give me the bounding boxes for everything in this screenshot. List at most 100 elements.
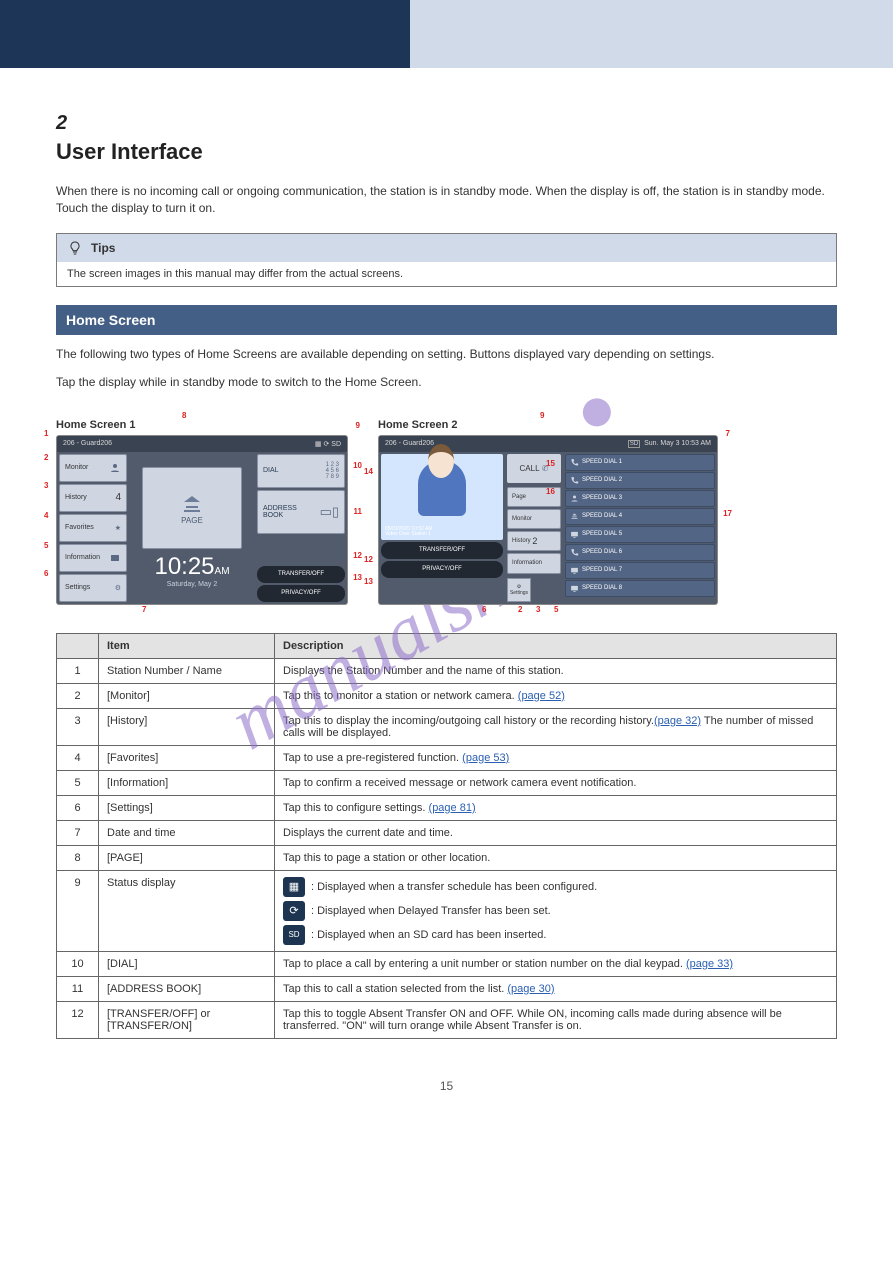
page-link[interactable]: (page 53) <box>462 752 509 764</box>
marker-9: 9 <box>356 421 360 430</box>
table-row: 7Date and timeDisplays the current date … <box>57 820 837 845</box>
shot2-information-btn[interactable]: Information <box>507 553 561 573</box>
star-icon: ★ <box>115 524 121 532</box>
lead-paragraph: When there is no incoming call or ongoin… <box>56 183 837 217</box>
speaker-icon <box>570 512 579 521</box>
speed-dial-7[interactable]: SPEED DIAL 7 <box>565 562 715 579</box>
shot1-label: Home Screen 1 <box>56 419 348 431</box>
speed-dial-4[interactable]: SPEED DIAL 4 <box>565 508 715 525</box>
monitor-icon <box>570 566 579 575</box>
marker-6b: 6 <box>482 605 486 614</box>
speed-dial-2[interactable]: SPEED DIAL 2 <box>565 472 715 489</box>
shot2-transfer-btn[interactable]: TRANSFER/OFF <box>381 542 503 559</box>
marker-13b: 13 <box>364 577 373 586</box>
camera-label: 05/03/2020 10:52 AMVideo Door Station 1 <box>385 527 433 538</box>
marker-3b: 3 <box>536 605 540 614</box>
top-color-band <box>0 0 893 68</box>
shot1-body: Monitor History4 Favorites★ Information … <box>57 452 347 604</box>
shot1-settings-btn[interactable]: Settings⚙ <box>59 574 127 602</box>
phone-icon <box>570 476 579 485</box>
shot1-header: 206 - Guard206 ▦ ⟳ SD <box>57 436 347 452</box>
page-title: User Interface <box>56 139 837 165</box>
th-item: Item <box>99 633 275 658</box>
shot2-history-btn[interactable]: History 2 <box>507 531 561 551</box>
shot1-page-btn[interactable]: PAGE <box>142 467 242 549</box>
page-link[interactable]: (page 33) <box>686 958 733 970</box>
section-bar: Home Screen <box>56 305 837 335</box>
table-row: 6[Settings]Tap this to configure setting… <box>57 795 837 820</box>
shot2-label: Home Screen 2 <box>378 419 718 431</box>
shot1-clock: 10:25AM <box>154 553 229 581</box>
shot1-history-btn[interactable]: History4 <box>59 484 127 512</box>
shot1-transfer-btn[interactable]: TRANSFER/OFF <box>257 566 345 583</box>
marker-5: 5 <box>44 541 48 550</box>
table-row: 12[TRANSFER/OFF] or [TRANSFER/ON]Tap thi… <box>57 1001 837 1038</box>
tips-box: Tips The screen images in this manual ma… <box>56 233 837 287</box>
monitor-icon <box>570 584 579 593</box>
keypad-icon: 1 2 34 5 67 8 9 <box>326 462 339 480</box>
shot1-information-btn[interactable]: Information <box>59 544 127 572</box>
person-icon <box>570 494 579 503</box>
phone-icon <box>570 458 579 467</box>
marker-12b: 12 <box>364 555 373 564</box>
marker-11: 11 <box>354 507 362 516</box>
speed-dial-3[interactable]: SPEED DIAL 3 <box>565 490 715 507</box>
shot2-rightcol: SPEED DIAL 1 SPEED DIAL 2 SPEED DIAL 3 S… <box>563 452 717 604</box>
table-row: 11[ADDRESS BOOK]Tap this to call a stati… <box>57 976 837 1001</box>
shot2-settings-btn[interactable]: ⚙Settings <box>507 578 531 602</box>
marker-17: 17 <box>723 509 732 518</box>
shot1-monitor-btn[interactable]: Monitor <box>59 454 127 482</box>
shot2-body: 05/03/2020 10:52 AMVideo Door Station 1 … <box>379 452 717 604</box>
sd-icon: SD <box>628 440 640 448</box>
page-link[interactable]: (page 30) <box>507 983 554 995</box>
marker-14: 14 <box>364 467 373 476</box>
table-row: 5[Information]Tap to confirm a received … <box>57 770 837 795</box>
page-link[interactable]: (page 32) <box>654 715 701 727</box>
speed-dial-8[interactable]: SPEED DIAL 8 <box>565 580 715 597</box>
shot1-addressbook-btn[interactable]: ADDRESS BOOK▭▯ <box>257 490 345 534</box>
marker-13: 13 <box>353 573 362 582</box>
marker-10: 10 <box>353 461 362 470</box>
marker-9b: 9 <box>540 411 544 420</box>
shot1-header-icons: ▦ ⟳ SD <box>315 440 341 448</box>
section-sub1: The following two types of Home Screens … <box>56 345 837 363</box>
shot2-camera: 05/03/2020 10:52 AMVideo Door Station 1 <box>381 454 503 540</box>
person-icon <box>109 462 121 474</box>
shot2-privacy-btn[interactable]: PRIVACY/OFF <box>381 561 503 578</box>
shot1-rightcol: DIAL1 2 34 5 67 8 9 ADDRESS BOOK▭▯ TRANS… <box>255 452 347 604</box>
shot1-privacy-btn[interactable]: PRIVACY/OFF <box>257 585 345 602</box>
shot1-box: 206 - Guard206 ▦ ⟳ SD Monitor History4 F… <box>56 435 348 605</box>
marker-6: 6 <box>44 569 48 578</box>
table-row: 10[DIAL]Tap to place a call by entering … <box>57 951 837 976</box>
phone-icon <box>570 548 579 557</box>
marker-3: 3 <box>44 481 48 490</box>
shot2-left-bottom: TRANSFER/OFF PRIVACY/OFF <box>381 542 503 578</box>
th-blank <box>57 633 99 658</box>
shot1-dial-btn[interactable]: DIAL1 2 34 5 67 8 9 <box>257 454 345 488</box>
marker-2b: 2 <box>518 605 522 614</box>
page-link[interactable]: (page 52) <box>518 690 565 702</box>
status-cell: ▦: Displayed when a transfer schedule ha… <box>275 870 837 951</box>
tips-head: Tips <box>57 234 836 262</box>
section-header: 2 <box>56 112 837 135</box>
tips-body: The screen images in this manual may dif… <box>57 262 836 286</box>
shot1-leftcol: Monitor History4 Favorites★ Information … <box>57 452 129 604</box>
screenshot-2: Home Screen 2 206 - Guard206 SD Sun. May… <box>378 419 718 605</box>
speed-dial-5[interactable]: SPEED DIAL 5 <box>565 526 715 543</box>
shot1-favorites-btn[interactable]: Favorites★ <box>59 514 127 542</box>
screenshot-1: Home Screen 1 206 - Guard206 ▦ ⟳ SD Moni… <box>56 419 348 605</box>
th-desc: Description <box>275 633 837 658</box>
marker-1: 1 <box>44 429 48 438</box>
gear-icon: ⚙ <box>115 584 121 592</box>
page-link[interactable]: (page 81) <box>429 802 476 814</box>
shot2-monitor-btn[interactable]: Monitor <box>507 509 561 529</box>
top-light <box>410 0 893 68</box>
tips-label: Tips <box>91 241 115 255</box>
section-index: 2 <box>56 112 67 134</box>
speed-dial-6[interactable]: SPEED DIAL 6 <box>565 544 715 561</box>
bulb-icon <box>67 240 83 256</box>
shot2-header-right: Sun. May 3 10:53 AM <box>644 440 711 447</box>
speed-dial-1[interactable]: SPEED DIAL 1 <box>565 454 715 471</box>
page-number: 15 <box>56 1079 837 1093</box>
screenshots-row: Home Screen 1 206 - Guard206 ▦ ⟳ SD Moni… <box>56 419 837 605</box>
